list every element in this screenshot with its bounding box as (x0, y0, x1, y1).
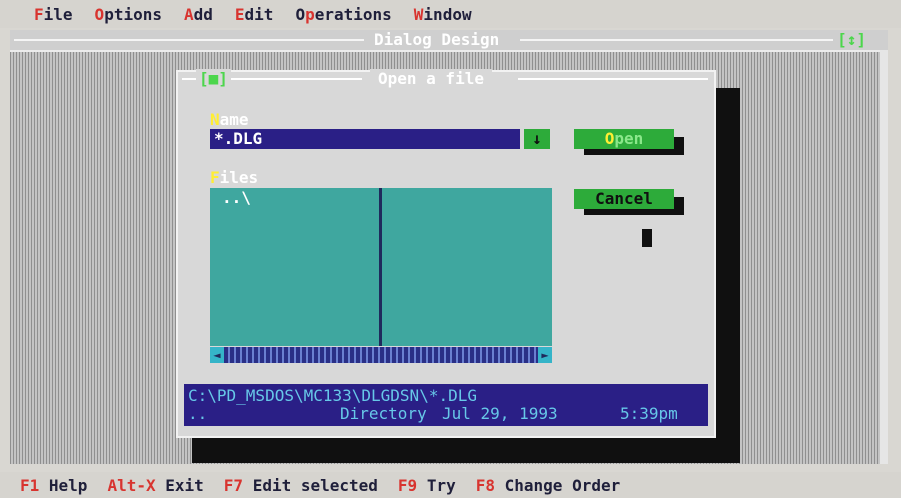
info-name: .. (188, 404, 208, 423)
titlebar-rule (520, 39, 850, 41)
name-input[interactable]: *.DLG (210, 129, 520, 149)
menu-window[interactable]: Window (414, 5, 472, 24)
menu-add[interactable]: Add (184, 5, 213, 24)
cancel-button-face[interactable]: Cancel (574, 189, 674, 209)
menu-file[interactable]: File (34, 5, 73, 24)
horizontal-scrollbar[interactable]: ◄ ► (210, 347, 552, 363)
scroll-right-arrow-icon[interactable]: ► (538, 347, 552, 363)
titlebar-rule (518, 78, 708, 80)
open-button-face[interactable]: Open (574, 129, 674, 149)
dialog-title: Open a file (370, 69, 492, 88)
status-try[interactable]: F9 Try (398, 476, 456, 495)
dialog-titlebar[interactable]: [■] Open a file (178, 69, 714, 94)
info-date: Jul 29, 1993 (442, 404, 558, 423)
menu-operations[interactable]: Operations (295, 5, 391, 24)
scroll-left-arrow-icon[interactable]: ◄ (210, 347, 224, 363)
desktop-title: Dialog Design (368, 30, 506, 49)
desktop-scroll-edge (880, 50, 888, 464)
files-label: Files (210, 168, 259, 187)
info-time: 5:39pm (620, 404, 678, 423)
file-info-panel: C:\PD_MSDOS\MC133\DLGDSN\*.DLG .. Direct… (184, 384, 708, 426)
menu-edit[interactable]: Edit (235, 5, 274, 24)
file-list[interactable]: ..\ (210, 188, 552, 346)
status-help[interactable]: F1 Help (20, 476, 87, 495)
focus-marker (642, 229, 652, 247)
menu-bar: File Options Add Edit Operations Window (0, 0, 901, 28)
close-icon[interactable]: [■] (196, 69, 231, 88)
menu-options[interactable]: Options (95, 5, 162, 24)
status-bar: F1 Help Alt-X Exit F7 Edit selected F9 T… (0, 472, 901, 498)
status-edit-selected[interactable]: F7 Edit selected (224, 476, 378, 495)
history-down-arrow-icon[interactable]: ↓ (524, 129, 550, 149)
name-label: Name (210, 110, 249, 129)
zoom-icon[interactable]: [↕] (833, 30, 870, 49)
info-path: C:\PD_MSDOS\MC133\DLGDSN\*.DLG (188, 386, 477, 405)
status-change-order[interactable]: F8 Change Order (476, 476, 621, 495)
list-item[interactable]: ..\ (222, 188, 251, 207)
column-divider (379, 188, 382, 346)
status-exit[interactable]: Alt-X Exit (107, 476, 203, 495)
desktop-titlebar[interactable]: Dialog Design [↕] (10, 30, 888, 52)
info-type: Directory (340, 404, 427, 423)
open-file-dialog: [■] Open a file Name *.DLG ↓ Open Cancel… (176, 69, 716, 438)
titlebar-rule (14, 39, 364, 41)
